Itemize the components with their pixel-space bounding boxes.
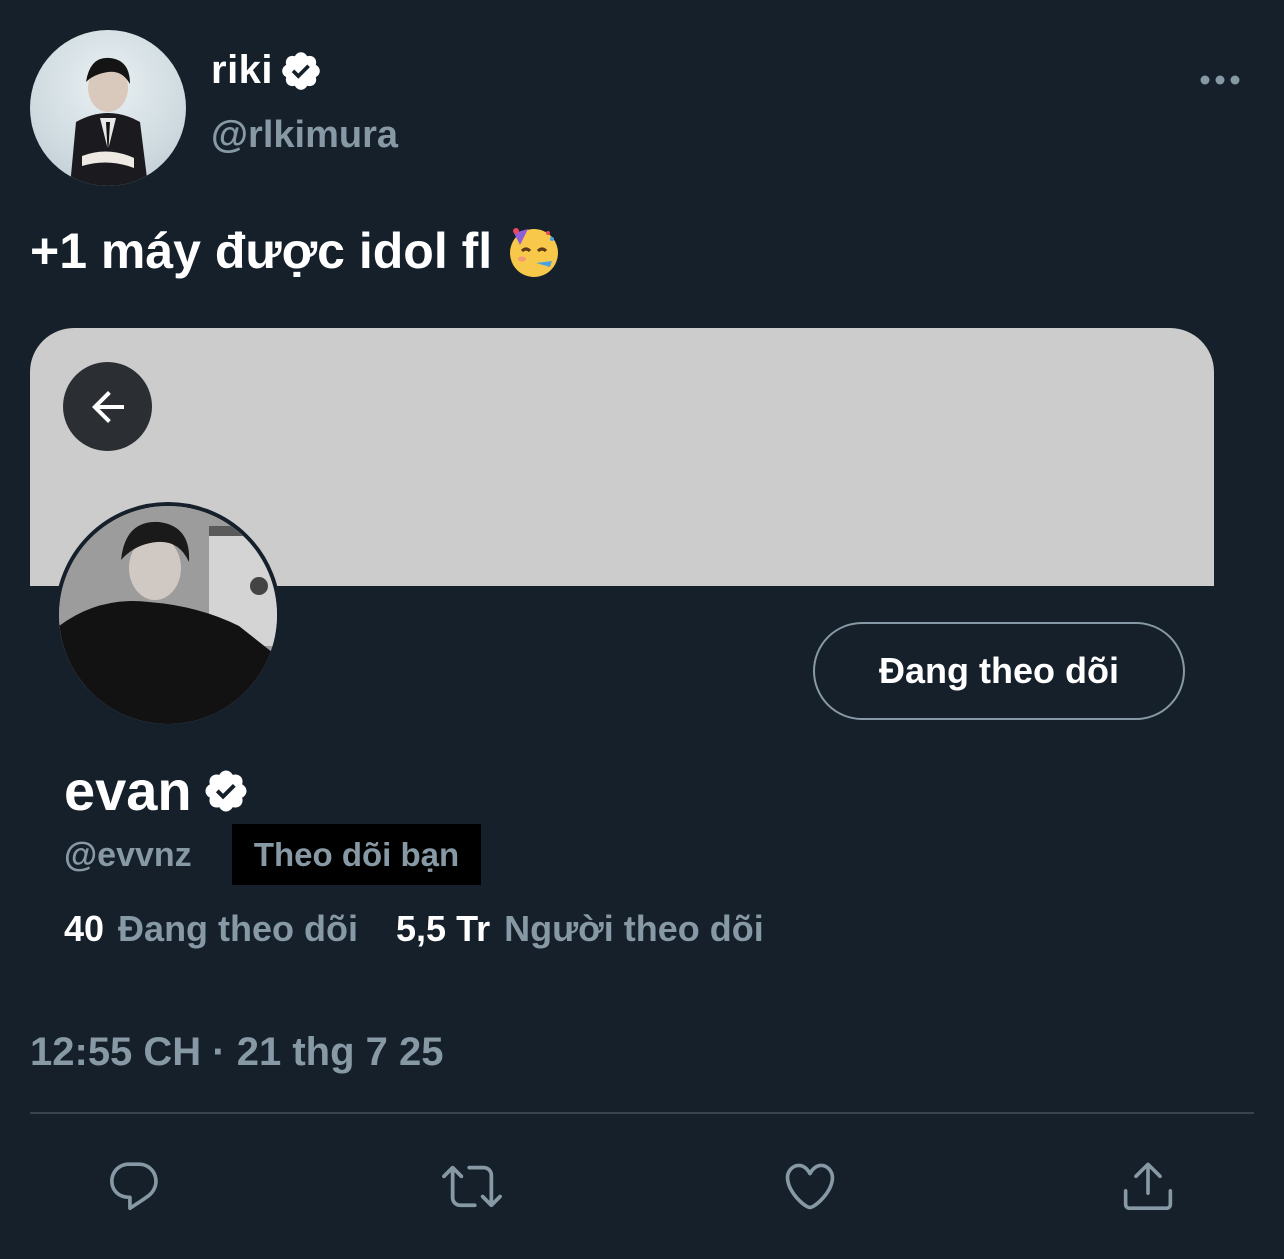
follows-you-badge: Theo dõi bạn [232,824,481,885]
retweet-icon [442,1165,502,1208]
divider [30,1112,1254,1114]
following-label[interactable]: Đang theo dõi [118,908,358,950]
author-avatar[interactable] [30,30,186,186]
partying-face-emoji-icon [510,228,559,277]
reply-button[interactable] [104,1156,164,1216]
retweet-button[interactable] [442,1156,502,1216]
profile-stats: 40 Đang theo dõi 5,5 Tr Người theo dõi [64,908,764,950]
back-button[interactable] [63,362,152,451]
profile-avatar[interactable] [55,502,281,728]
profile-name[interactable]: evan [64,758,250,823]
following-count[interactable]: 40 [64,908,104,950]
share-button[interactable] [1118,1156,1178,1216]
reply-icon [110,1162,158,1211]
followers-label[interactable]: Người theo dõi [504,908,764,950]
profile-handle: @evvnz [64,836,192,874]
following-button[interactable]: Đang theo dõi [813,622,1185,720]
verified-badge-icon [205,770,247,811]
author-name[interactable]: riki [211,48,323,93]
share-icon [1123,1162,1173,1211]
like-button[interactable] [780,1156,840,1216]
more-options-icon[interactable] [1198,66,1242,94]
like-icon [785,1163,835,1210]
verified-badge-icon [282,51,320,90]
tweet-timestamp[interactable]: 12:55 CH · 21 thg 7 25 [30,1030,444,1075]
followers-count[interactable]: 5,5 Tr [396,908,490,950]
author-name-text[interactable]: riki [211,48,273,93]
tweet-text: +1 máy được idol fl [30,222,562,280]
author-handle[interactable]: @rlkimura [211,114,398,157]
tweet-detail-view: riki @rlkimura +1 máy được idol fl Đang … [0,0,1284,1259]
profile-name-text[interactable]: evan [64,758,192,823]
arrow-left-icon [91,390,124,423]
tweet-text-content: +1 máy được idol fl [30,223,493,279]
